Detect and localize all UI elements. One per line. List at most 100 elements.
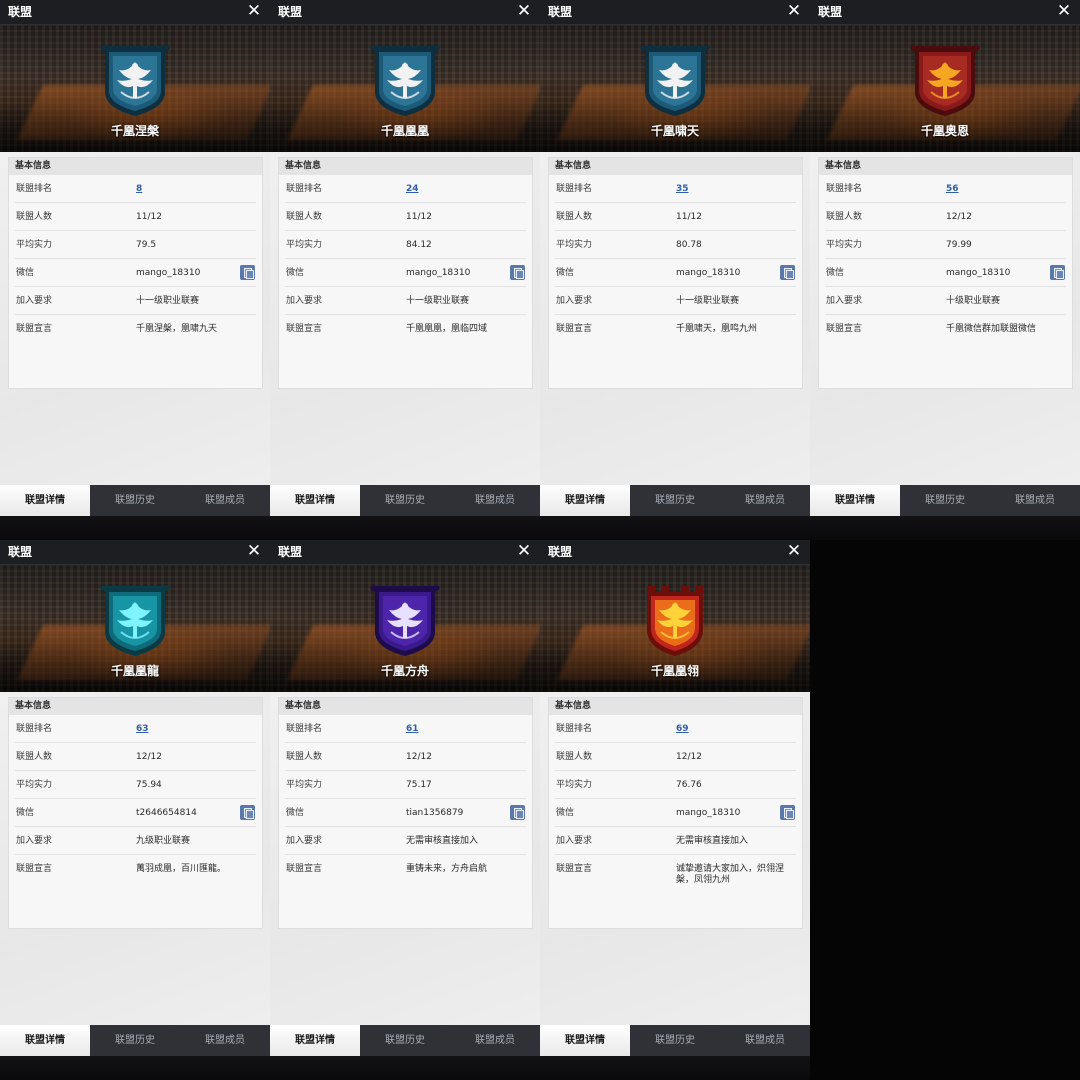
tab-alliance-details[interactable]: 联盟详情: [540, 485, 630, 516]
row-value: 诚挚邀请大家加入，炽翎涅槃，凤翎九州: [676, 864, 785, 885]
close-icon[interactable]: ✕: [516, 541, 532, 561]
info-row-avg-strength: 平均实力 75.17: [279, 771, 532, 799]
copy-icon[interactable]: [780, 805, 795, 820]
tab-alliance-details[interactable]: 联盟详情: [270, 1025, 360, 1056]
close-icon[interactable]: ✕: [246, 541, 262, 561]
panel-title: 联盟: [548, 545, 573, 559]
rank-link[interactable]: 61: [406, 724, 526, 735]
tab-alliance-members[interactable]: 联盟成员: [180, 485, 270, 516]
row-label: 平均实力: [286, 780, 323, 790]
row-value: t2646654814: [136, 808, 197, 818]
close-icon[interactable]: ✕: [786, 1, 802, 21]
copy-icon[interactable]: [1050, 265, 1065, 280]
info-row-rank: 联盟排名 24: [279, 175, 532, 203]
section-title: 基本信息: [549, 698, 802, 715]
tab-bar: 联盟详情 联盟历史 联盟成员: [0, 485, 270, 516]
tab-alliance-history[interactable]: 联盟历史: [630, 1025, 720, 1056]
tab-alliance-members[interactable]: 联盟成员: [180, 1025, 270, 1056]
copy-icon[interactable]: [510, 805, 525, 820]
rank-link[interactable]: 24: [406, 184, 526, 195]
row-label: 平均实力: [16, 240, 53, 250]
info-row-declaration: 联盟宣言 千凰凰凰，凰临四域: [279, 315, 532, 343]
panel-header: 联盟 ✕: [0, 540, 270, 565]
row-value: 千凰凰凰，凰临四域: [406, 324, 488, 334]
copy-icon[interactable]: [240, 805, 255, 820]
rank-link[interactable]: 56: [946, 184, 1066, 195]
info-row-avg-strength: 平均实力 80.78: [549, 231, 802, 259]
tab-alliance-history[interactable]: 联盟历史: [90, 1025, 180, 1056]
alliance-name: 千凰凰凰: [380, 124, 429, 138]
close-icon[interactable]: ✕: [516, 1, 532, 21]
alliance-panel: 联盟 ✕ 千凰凰凰 基本信息 联盟排名 24 联盟人数 11/12 平均实力 84.12 微…: [270, 0, 540, 540]
rank-link[interactable]: 35: [676, 184, 796, 195]
close-icon[interactable]: ✕: [1056, 1, 1072, 21]
basic-info-card: 基本信息 联盟排名 56 联盟人数 12/12 平均实力 79.99 微信 mango_183…: [818, 157, 1073, 389]
row-value: mango_18310: [406, 268, 471, 278]
tab-alliance-details[interactable]: 联盟详情: [0, 485, 90, 516]
tab-alliance-members[interactable]: 联盟成员: [720, 1025, 810, 1056]
tab-alliance-history[interactable]: 联盟历史: [360, 1025, 450, 1056]
tab-alliance-history[interactable]: 联盟历史: [900, 485, 990, 516]
tab-alliance-details[interactable]: 联盟详情: [270, 485, 360, 516]
info-row-rank: 联盟排名 56: [819, 175, 1072, 203]
row-label: 微信: [286, 268, 305, 278]
copy-icon[interactable]: [510, 265, 525, 280]
row-label: 联盟人数: [16, 752, 53, 762]
row-label: 平均实力: [826, 240, 863, 250]
tab-alliance-members[interactable]: 联盟成员: [990, 485, 1080, 516]
row-label: 联盟排名: [16, 184, 53, 194]
tab-alliance-members[interactable]: 联盟成员: [720, 485, 810, 516]
panel-bottom-backdrop: [270, 1056, 540, 1080]
alliance-panel: 联盟 ✕ 千凰方舟 基本信息 联盟排名 61 联盟人数 12/12 平均实力 75.17 微…: [270, 540, 540, 1080]
rank-link[interactable]: 8: [136, 184, 256, 195]
panel-header: 联盟 ✕: [0, 0, 270, 25]
row-label: 联盟宣言: [16, 324, 53, 334]
alliance-banner: 千凰凰凰: [270, 25, 540, 152]
tab-bar: 联盟详情 联盟历史 联盟成员: [810, 485, 1080, 516]
alliance-panel: 联盟 ✕ 千凰涅槃 基本信息 联盟排名 8 联盟人数 11/12 平均实力 79.5 微信 m…: [0, 0, 270, 540]
panel-bottom-backdrop: [0, 1056, 270, 1080]
tab-alliance-history[interactable]: 联盟历史: [630, 485, 720, 516]
info-row-wechat: 微信 mango_18310: [9, 259, 262, 287]
copy-icon[interactable]: [780, 265, 795, 280]
panel-bottom-backdrop: [0, 516, 270, 540]
row-label: 联盟排名: [556, 724, 593, 734]
tab-alliance-history[interactable]: 联盟历史: [90, 485, 180, 516]
info-row-members: 联盟人数 12/12: [819, 203, 1072, 231]
info-row-join-requirement: 加入要求 十一级职业联赛: [549, 287, 802, 315]
info-row-wechat: 微信 mango_18310: [549, 259, 802, 287]
panel-title: 联盟: [8, 5, 33, 19]
tab-alliance-details[interactable]: 联盟详情: [810, 485, 900, 516]
info-row-declaration: 联盟宣言 千凰微信群加联盟微信: [819, 315, 1072, 343]
row-label: 联盟宣言: [286, 324, 323, 334]
row-value: 12/12: [676, 752, 702, 762]
tab-alliance-details[interactable]: 联盟详情: [0, 1025, 90, 1056]
copy-icon[interactable]: [240, 265, 255, 280]
row-label: 平均实力: [556, 240, 593, 250]
tab-bar: 联盟详情 联盟历史 联盟成员: [540, 1025, 810, 1056]
row-label: 微信: [16, 268, 35, 278]
panel-bottom-backdrop: [810, 516, 1080, 540]
rank-link[interactable]: 63: [136, 724, 256, 735]
alliance-panel: 联盟 ✕ 千凰奥恩 基本信息 联盟排名 56 联盟人数 12/12 平均实力 79.99 微…: [810, 0, 1080, 540]
info-row-avg-strength: 平均实力 79.99: [819, 231, 1072, 259]
rank-link[interactable]: 69: [676, 724, 796, 735]
alliance-banner: 千凰凰龍: [0, 565, 270, 692]
row-value: 12/12: [946, 212, 972, 222]
info-row-wechat: 微信 mango_18310: [279, 259, 532, 287]
close-icon[interactable]: ✕: [246, 1, 262, 21]
alliance-name: 千凰奥恩: [920, 124, 969, 138]
info-row-rank: 联盟排名 63: [9, 715, 262, 743]
tab-alliance-details[interactable]: 联盟详情: [540, 1025, 630, 1056]
info-row-wechat: 微信 tian1356879: [279, 799, 532, 827]
panel-bottom-backdrop: [540, 1056, 810, 1080]
close-icon[interactable]: ✕: [786, 541, 802, 561]
tab-alliance-members[interactable]: 联盟成员: [450, 1025, 540, 1056]
tab-alliance-members[interactable]: 联盟成员: [450, 485, 540, 516]
panel-header: 联盟 ✕: [540, 0, 810, 25]
row-label: 加入要求: [556, 296, 593, 306]
tab-alliance-history[interactable]: 联盟历史: [360, 485, 450, 516]
alliance-emblem-icon: [910, 45, 980, 116]
section-title: 基本信息: [549, 158, 802, 175]
row-value: 12/12: [136, 752, 162, 762]
